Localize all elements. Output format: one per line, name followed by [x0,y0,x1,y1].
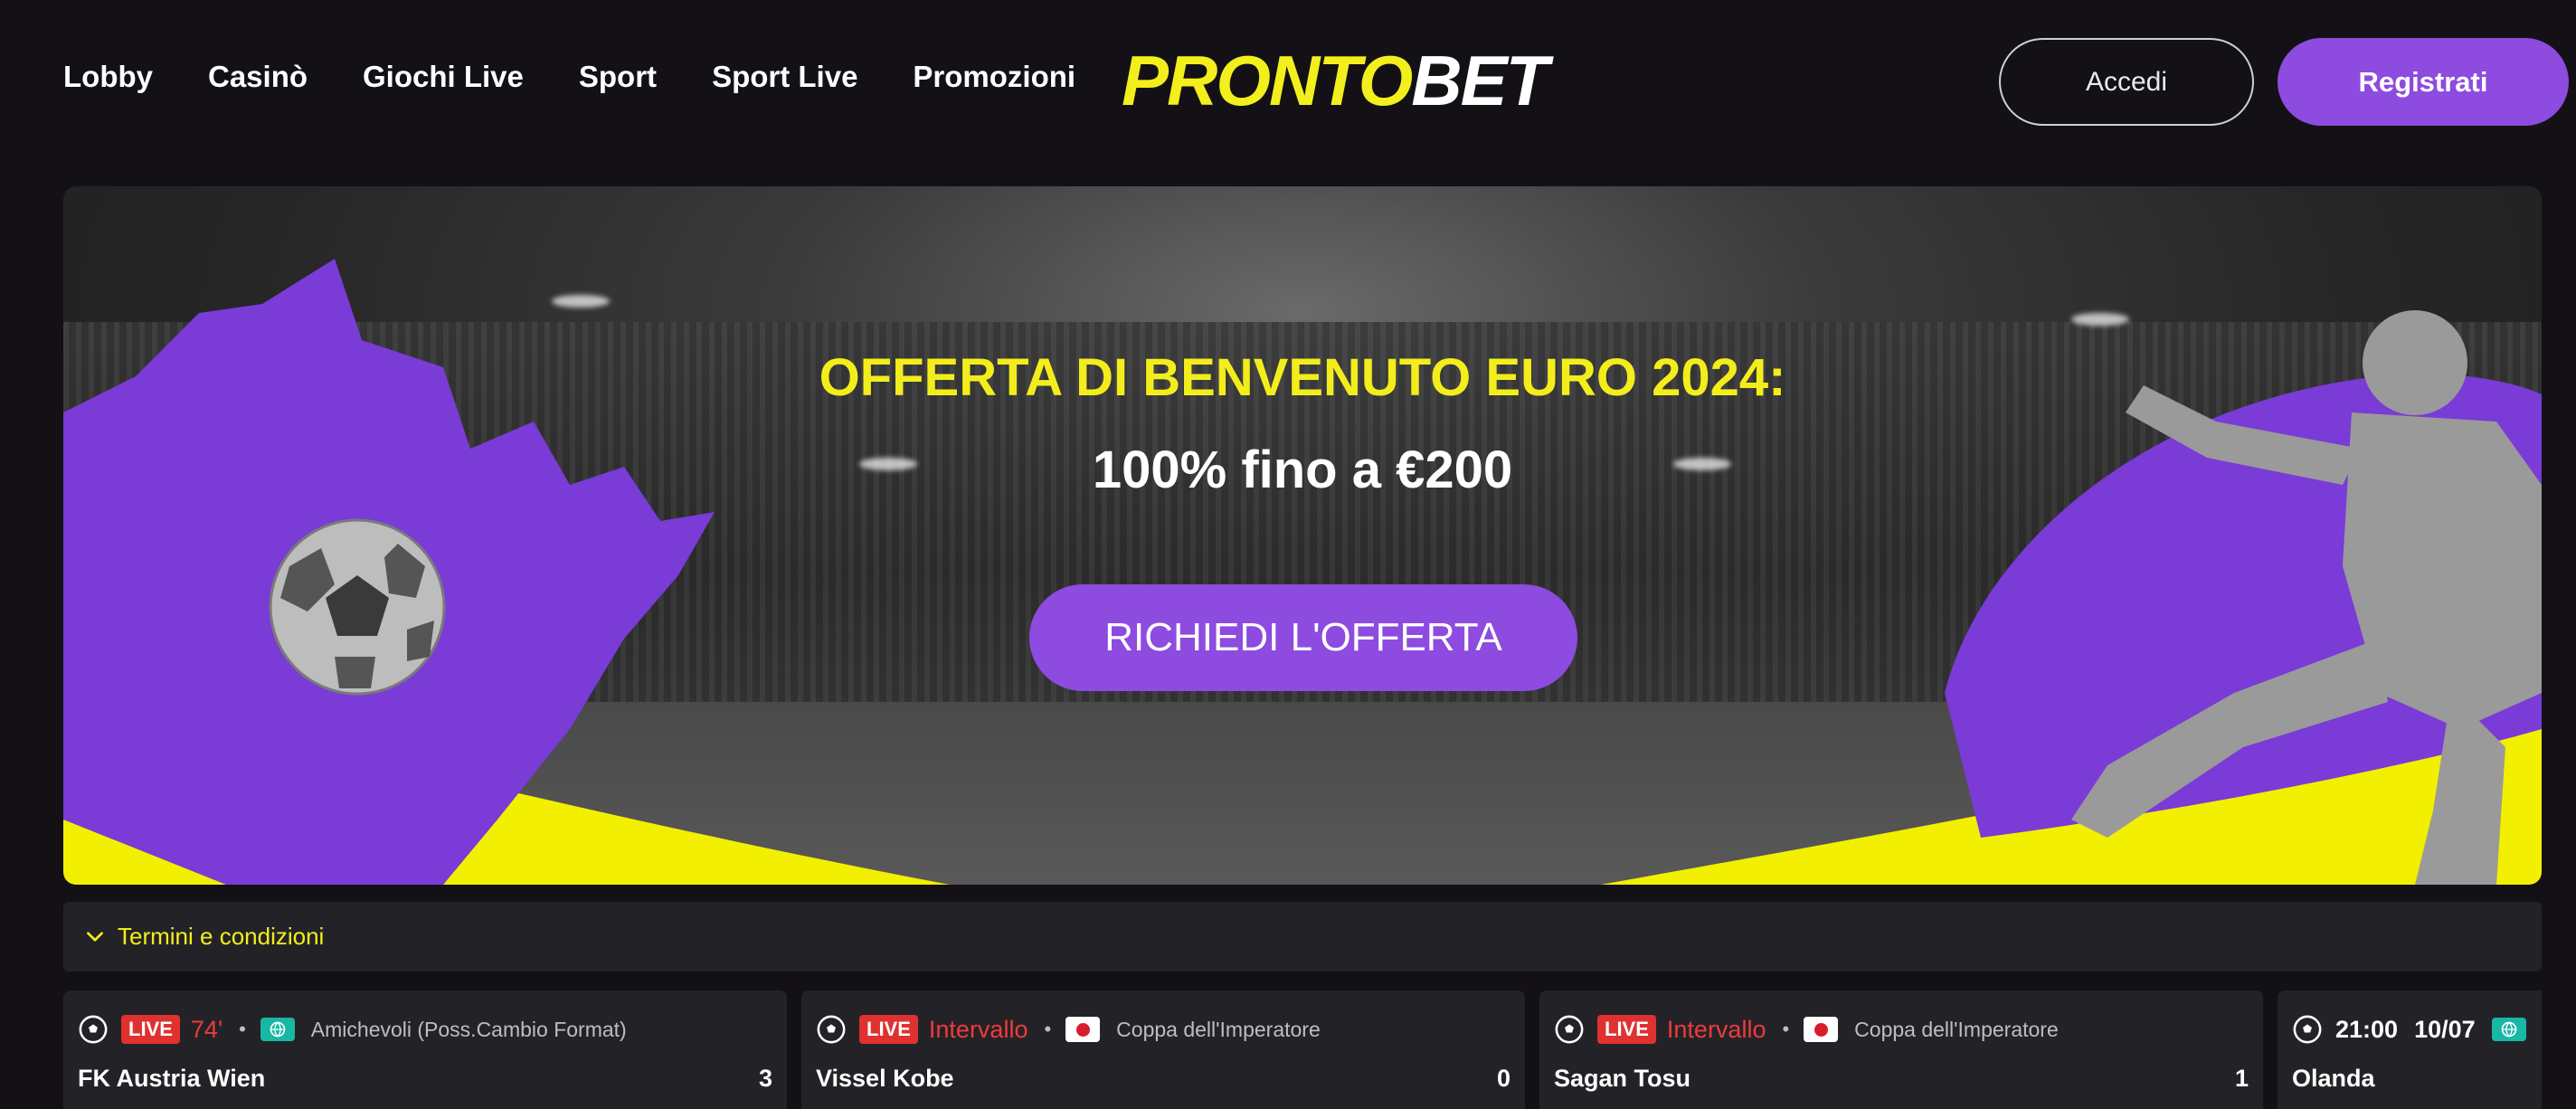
header: Lobby Casinò Giochi Live Sport Sport Liv… [0,0,2576,165]
match-date: 10/07 [2414,1015,2476,1043]
match-card[interactable]: LIVE 74' • Amichevoli (Poss.Cambio Forma… [63,991,787,1109]
chevron-down-icon [87,931,103,942]
nav-item-sport-live[interactable]: Sport Live [712,60,857,94]
main-nav: Lobby Casinò Giochi Live Sport Sport Liv… [63,60,1131,94]
team-row-home: FK Austria Wien 3 [78,1065,772,1093]
nav-item-promozioni[interactable]: Promozioni [913,60,1075,94]
login-button[interactable]: Accedi [1999,38,2254,126]
logo-part-bet: BET [1411,41,1548,120]
hero-subtitle: 100% fino a €200 [1092,441,1513,499]
hero-banner[interactable]: OFFERTA DI BENVENUTO EURO 2024: 100% fin… [63,186,2542,885]
separator-dot: • [1044,1018,1052,1040]
match-status: 74' [190,1015,223,1043]
japan-flag-icon [1804,1017,1839,1042]
separator-dot: • [239,1018,246,1040]
match-status: Intervallo [928,1015,1028,1043]
home-team-name: Vissel Kobe [816,1065,954,1092]
soccer-ball-icon [269,518,446,696]
competition-name: Coppa dell'Imperatore [1854,1017,2059,1041]
terms-label: Termini e condizioni [118,923,325,950]
brand-logo[interactable]: PRONTOBET [1122,40,1548,122]
home-team-name: Sagan Tosu [1554,1065,1691,1092]
nav-item-giochi-live[interactable]: Giochi Live [363,60,524,94]
match-card[interactable]: LIVE Intervallo • Coppa dell'Imperatore … [1539,991,2263,1109]
match-card-header: LIVE Intervallo • Coppa dell'Imperatore [1554,1014,2059,1045]
home-team-name: Olanda [2292,1065,2375,1092]
world-flag-icon [2491,1018,2526,1041]
nav-item-casino[interactable]: Casinò [208,60,308,94]
nav-item-sport[interactable]: Sport [579,60,657,94]
competition-name: Amichevoli (Poss.Cambio Format) [310,1017,627,1041]
soccer-icon [2293,1015,2322,1044]
live-badge: LIVE [859,1015,918,1044]
match-status: Intervallo [1666,1015,1766,1043]
claim-offer-button[interactable]: RICHIEDI L'OFFERTA [1029,584,1577,691]
logo-part-pronto: PRONTO [1122,41,1413,120]
match-time: 21:00 [2335,1015,2399,1043]
soccer-icon [1555,1015,1584,1044]
hero-decoration [63,259,2542,885]
match-card-header: LIVE Intervallo • Coppa dell'Imperatore [816,1014,1321,1045]
soccer-icon [817,1015,846,1044]
team-row-home: Olanda [2292,1065,2542,1093]
home-team-score: 0 [1496,1065,1511,1092]
match-cards-row: LIVE 74' • Amichevoli (Poss.Cambio Forma… [63,991,2542,1109]
match-card[interactable]: LIVE Intervallo • Coppa dell'Imperatore … [801,991,1525,1109]
match-card[interactable]: 21:00 10/07 Olanda [2278,991,2542,1109]
home-team-name: FK Austria Wien [78,1065,266,1092]
nav-item-lobby[interactable]: Lobby [63,60,153,94]
soccer-icon [79,1015,108,1044]
hero-title: OFFERTA DI BENVENUTO EURO 2024: [819,348,1786,407]
japan-flag-icon [1065,1017,1101,1042]
match-card-header: 21:00 10/07 [2292,1014,2542,1045]
team-row-home: Vissel Kobe 0 [816,1065,1511,1093]
live-badge: LIVE [121,1015,180,1044]
separator-dot: • [1782,1018,1790,1040]
competition-name: Coppa dell'Imperatore [1116,1017,1321,1041]
match-card-header: LIVE 74' • Amichevoli (Poss.Cambio Forma… [78,1014,627,1045]
terms-toggle[interactable]: Termini e condizioni [63,902,2542,972]
live-badge: LIVE [1597,1015,1656,1044]
home-team-score: 1 [2234,1065,2249,1092]
register-button[interactable]: Registrati [2278,38,2569,126]
world-flag-icon [260,1018,295,1041]
team-row-home: Sagan Tosu 1 [1554,1065,2249,1093]
home-team-score: 3 [758,1065,772,1092]
